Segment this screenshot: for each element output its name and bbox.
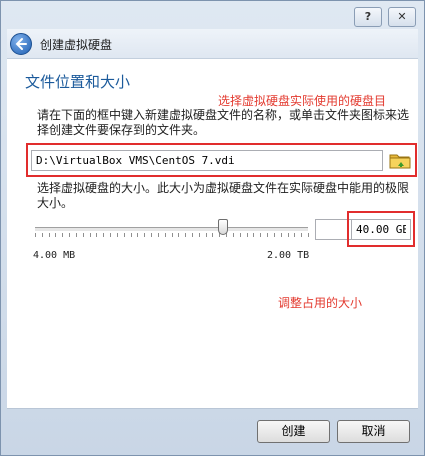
- slider-tick: [199, 233, 200, 237]
- slider-min-label: 4.00 MB: [33, 250, 76, 261]
- file-path-input[interactable]: [31, 150, 383, 171]
- slider-tick: [301, 233, 302, 237]
- slider-tick: [124, 233, 125, 237]
- slider-tick: [110, 233, 111, 237]
- size-description: 选择虚拟硬盘的大小。此大小为虚拟硬盘文件在实际硬盘中能用的极限大小。: [37, 181, 410, 210]
- slider-tick: [96, 233, 97, 237]
- slider-tick: [260, 233, 261, 237]
- slider-tick: [117, 233, 118, 237]
- slider-tick: [151, 233, 152, 237]
- slider-tick: [55, 233, 56, 237]
- size-field-frame: [315, 219, 351, 240]
- help-button[interactable]: ?: [354, 7, 382, 27]
- close-button[interactable]: ✕: [388, 7, 416, 27]
- annotation-box-size: [347, 211, 415, 247]
- slider-tick: [137, 233, 138, 237]
- page-title: 文件位置和大小: [25, 73, 131, 91]
- cancel-button[interactable]: 取消: [337, 420, 410, 443]
- wizard-header: 创建虚拟硬盘: [7, 29, 418, 59]
- slider-tick: [83, 233, 84, 237]
- slider-tick: [35, 233, 36, 237]
- slider-tick: [240, 233, 241, 237]
- slider-tick: [267, 233, 268, 237]
- back-arrow-icon[interactable]: [10, 33, 32, 55]
- slider-tick: [103, 233, 104, 237]
- slider-tick: [185, 233, 186, 237]
- slider-tick: [49, 233, 50, 237]
- slider-tick: [281, 233, 282, 237]
- slider-tick: [192, 233, 193, 237]
- size-slider-thumb[interactable]: [218, 219, 229, 235]
- folder-icon[interactable]: [389, 150, 411, 170]
- slider-tick: [253, 233, 254, 237]
- slider-tick: [69, 233, 70, 237]
- slider-tick: [42, 233, 43, 237]
- slider-tick: [172, 233, 173, 237]
- slider-tick: [206, 233, 207, 237]
- slider-tick: [308, 233, 309, 237]
- slider-tick: [178, 233, 179, 237]
- slider-max-label: 2.00 TB: [267, 250, 310, 261]
- slider-tick: [233, 233, 234, 237]
- wizard-title: 创建虚拟硬盘: [40, 38, 113, 52]
- slider-tick: [76, 233, 77, 237]
- slider-tick: [165, 233, 166, 237]
- slider-tick: [247, 233, 248, 237]
- slider-tick: [144, 233, 145, 237]
- footer-divider: [7, 408, 418, 409]
- location-description: 请在下面的框中键入新建虚拟硬盘文件的名称，或单击文件夹图标来选择创建文件要保存到…: [37, 108, 410, 137]
- slider-tick: [288, 233, 289, 237]
- slider-tick: [294, 233, 295, 237]
- create-button[interactable]: 创建: [257, 420, 330, 443]
- annotation-size-note: 调整占用的大小: [278, 296, 363, 310]
- slider-tick: [158, 233, 159, 237]
- slider-tick: [212, 233, 213, 237]
- slider-tick: [62, 233, 63, 237]
- annotation-path-note: 选择虚拟硬盘实际使用的硬盘目: [218, 94, 387, 108]
- slider-tick: [90, 233, 91, 237]
- slider-tick: [131, 233, 132, 237]
- size-slider-track[interactable]: [35, 227, 308, 232]
- slider-tick: [274, 233, 275, 237]
